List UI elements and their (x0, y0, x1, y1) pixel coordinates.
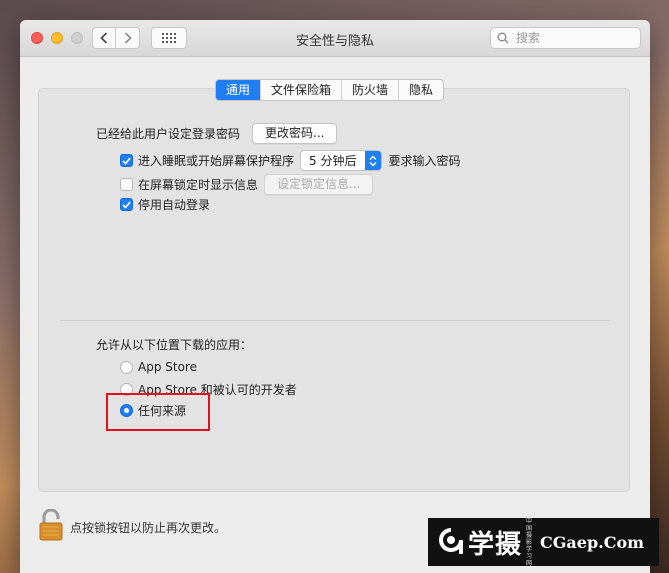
watermark-domain: CGaep.Com (540, 532, 645, 552)
option-app-store-label: App Store (138, 360, 197, 374)
password-label: 已经给此用户设定登录密码 (96, 127, 241, 141)
title-bar: 安全性与隐私 (20, 20, 650, 57)
disable-autologin-label: 停用自动登录 (138, 198, 211, 212)
checkmark-icon (122, 157, 131, 165)
require-password-checkbox[interactable] (120, 154, 133, 167)
general-panel (38, 88, 630, 492)
change-password-button[interactable]: 更改密码... (252, 123, 338, 144)
preferences-window: 安全性与隐私 通用 文件保险箱 防火墙 隐私 已经给此用户设定登录密码 更改密码… (20, 20, 650, 573)
checkmark-icon (122, 201, 131, 209)
lock-text: 点按锁按钮以防止再次更改。 (70, 520, 227, 535)
search-icon (497, 32, 509, 44)
show-message-row: 在屏幕锁定时显示信息 设定锁定信息... (120, 174, 374, 195)
section-divider (60, 320, 610, 321)
search-input[interactable] (514, 30, 638, 46)
updown-chevron-icon (365, 151, 382, 170)
require-password-suffix: 要求输入密码 (388, 154, 461, 168)
downloads-title: 允许从以下位置下载的应用： (96, 338, 253, 352)
lock-footer: 点按锁按钮以防止再次更改。 (38, 508, 227, 545)
require-password-label: 进入睡眠或开始屏幕保护程序 (138, 154, 295, 168)
require-password-row: 进入睡眠或开始屏幕保护程序 5 分钟后 要求输入密码 (120, 150, 460, 171)
password-row: 已经给此用户设定登录密码 更改密码... (96, 123, 338, 144)
annotation-highlight-box (106, 393, 210, 431)
show-message-checkbox[interactable] (120, 178, 133, 191)
watermark-vertical-text: 中国摄影学习网 (526, 517, 533, 567)
tab-bar: 通用 文件保险箱 防火墙 隐私 (215, 79, 445, 101)
lock-icon[interactable] (38, 508, 64, 545)
password-delay-select[interactable]: 5 分钟后 (300, 150, 383, 171)
show-message-label: 在屏幕锁定时显示信息 (138, 178, 259, 192)
set-lock-message-button[interactable]: 设定锁定信息... (264, 174, 374, 195)
disable-autologin-checkbox[interactable] (120, 198, 133, 211)
tab-filevault[interactable]: 文件保险箱 (261, 80, 343, 100)
watermark-brand: 学摄 (468, 529, 523, 560)
disable-autologin-row: 停用自动登录 (120, 196, 210, 213)
option-app-store[interactable]: App Store (120, 360, 197, 374)
watermark-logo: 学摄 中国摄影学习网 CGaep.Com (428, 517, 659, 567)
tab-privacy[interactable]: 隐私 (399, 80, 443, 100)
password-delay-value: 5 分钟后 (309, 154, 357, 168)
tab-firewall[interactable]: 防火墙 (342, 80, 400, 100)
radio-app-store[interactable] (120, 360, 133, 374)
tab-general[interactable]: 通用 (216, 80, 262, 100)
search-field[interactable] (490, 27, 641, 49)
camera-logo-icon (439, 528, 463, 554)
